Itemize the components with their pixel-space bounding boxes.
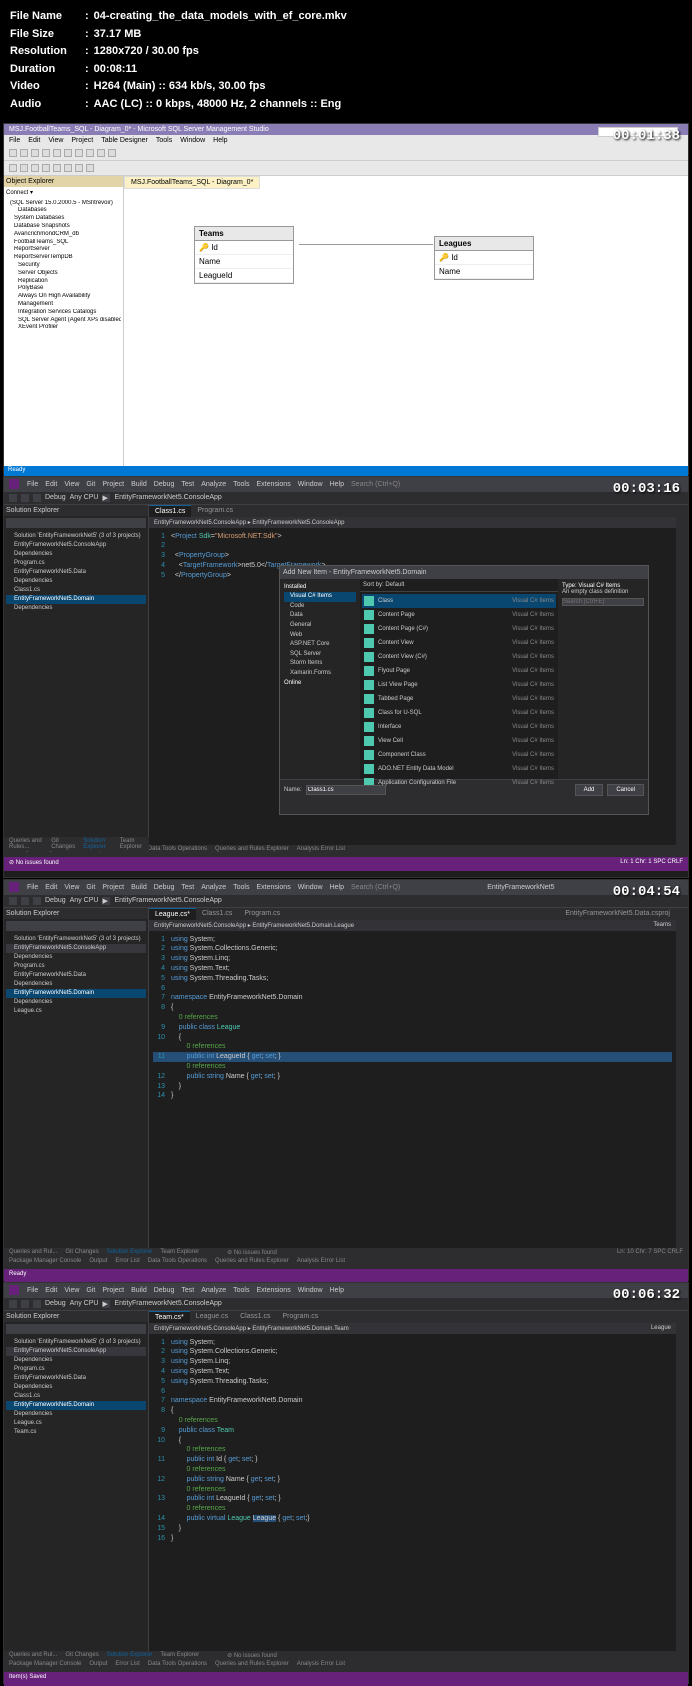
screenshot-2: 00:03:16 FileEditViewGitProjectBuildDebu… (3, 476, 689, 878)
timestamp: 00:03:16 (613, 481, 680, 497)
vs-logo-icon (9, 882, 19, 892)
timestamp: 00:04:54 (613, 884, 680, 900)
class-icon (364, 596, 374, 606)
search-input[interactable] (6, 518, 146, 528)
dialog-search-input[interactable] (562, 598, 644, 606)
table-leagues[interactable]: Leagues 🔑 Id Name (434, 236, 534, 280)
file-info-header: File Name:04-creating_the_data_models_wi… (0, 0, 692, 122)
solution-explorer[interactable]: Solution Explorer Solution 'EntityFramew… (4, 908, 149, 1248)
code-editor[interactable]: Team.cs* League.cs Class1.cs Program.cs … (149, 1311, 676, 1651)
vs-logo-icon (9, 1285, 19, 1295)
solution-explorer[interactable]: Solution Explorer Solution 'EntityFramew… (4, 1311, 149, 1651)
object-explorer[interactable]: Object Explorer Connect ▾ (SQL Server 15… (4, 176, 124, 466)
toolbar[interactable] (4, 146, 688, 161)
right-sidebar[interactable] (676, 505, 688, 845)
category-list[interactable]: Installed Visual C# Items Code Data Gene… (280, 579, 360, 779)
filename-input[interactable] (306, 785, 386, 795)
timestamp: 00:01:38 (613, 128, 680, 144)
add-new-item-dialog: Add New Item - EntityFrameworkNet5.Domai… (279, 565, 649, 815)
status-bar: ⊘ No issues foundLn: 1 Chr: 1 SPC CRLF (4, 857, 688, 871)
cancel-button[interactable]: Cancel (607, 784, 644, 796)
code-editor[interactable]: League.cs* Class1.cs Program.cs EntityFr… (149, 908, 676, 1248)
item-description: Type: Visual C# Items An empty class def… (558, 579, 648, 779)
relation-line (299, 244, 433, 245)
search-box[interactable]: Search (Ctrl+Q) (351, 481, 400, 488)
timestamp: 00:06:32 (613, 1287, 680, 1303)
screenshot-3: 00:04:54 FileEditViewGitProjectBuildDebu… (3, 879, 689, 1281)
toolbar[interactable]: DebugAny CPU▶EntityFrameworkNet5.Console… (4, 492, 688, 505)
solution-explorer[interactable]: Solution Explorer Solution 'EntityFramew… (4, 505, 149, 845)
toolbar-2[interactable] (4, 161, 688, 176)
add-button[interactable]: Add (575, 784, 604, 796)
menu-bar[interactable]: FileEditViewGitProjectBuildDebugTestAnal… (22, 479, 405, 490)
title-bar: FileEditViewGitProjectBuildDebugTestAnal… (4, 477, 688, 492)
screenshot-4: 00:06:32 FileEditViewGitProjectBuildDebu… (3, 1282, 689, 1684)
vs-logo-icon (9, 479, 19, 489)
menu-bar[interactable]: FileEditViewProjectTable DesignerToolsWi… (4, 135, 688, 146)
diagram-canvas[interactable]: MSJ.FootballTeams_SQL - Diagram_0* Teams… (124, 176, 688, 466)
window-title: MSJ.FootballTeams_SQL - Diagram_0* - Mic… (4, 124, 688, 135)
code-editor[interactable]: Class1.cs Program.cs EntityFrameworkNet5… (149, 505, 676, 845)
item-list[interactable]: ClassVisual C# Items Content PageVisual … (360, 592, 558, 792)
table-teams[interactable]: Teams 🔑 Id Name LeagueId (194, 226, 294, 284)
diagram-tab[interactable]: MSJ.FootballTeams_SQL - Diagram_0* (124, 176, 260, 189)
screenshot-1: 00:01:38 MSJ.FootballTeams_SQL - Diagram… (3, 123, 689, 475)
